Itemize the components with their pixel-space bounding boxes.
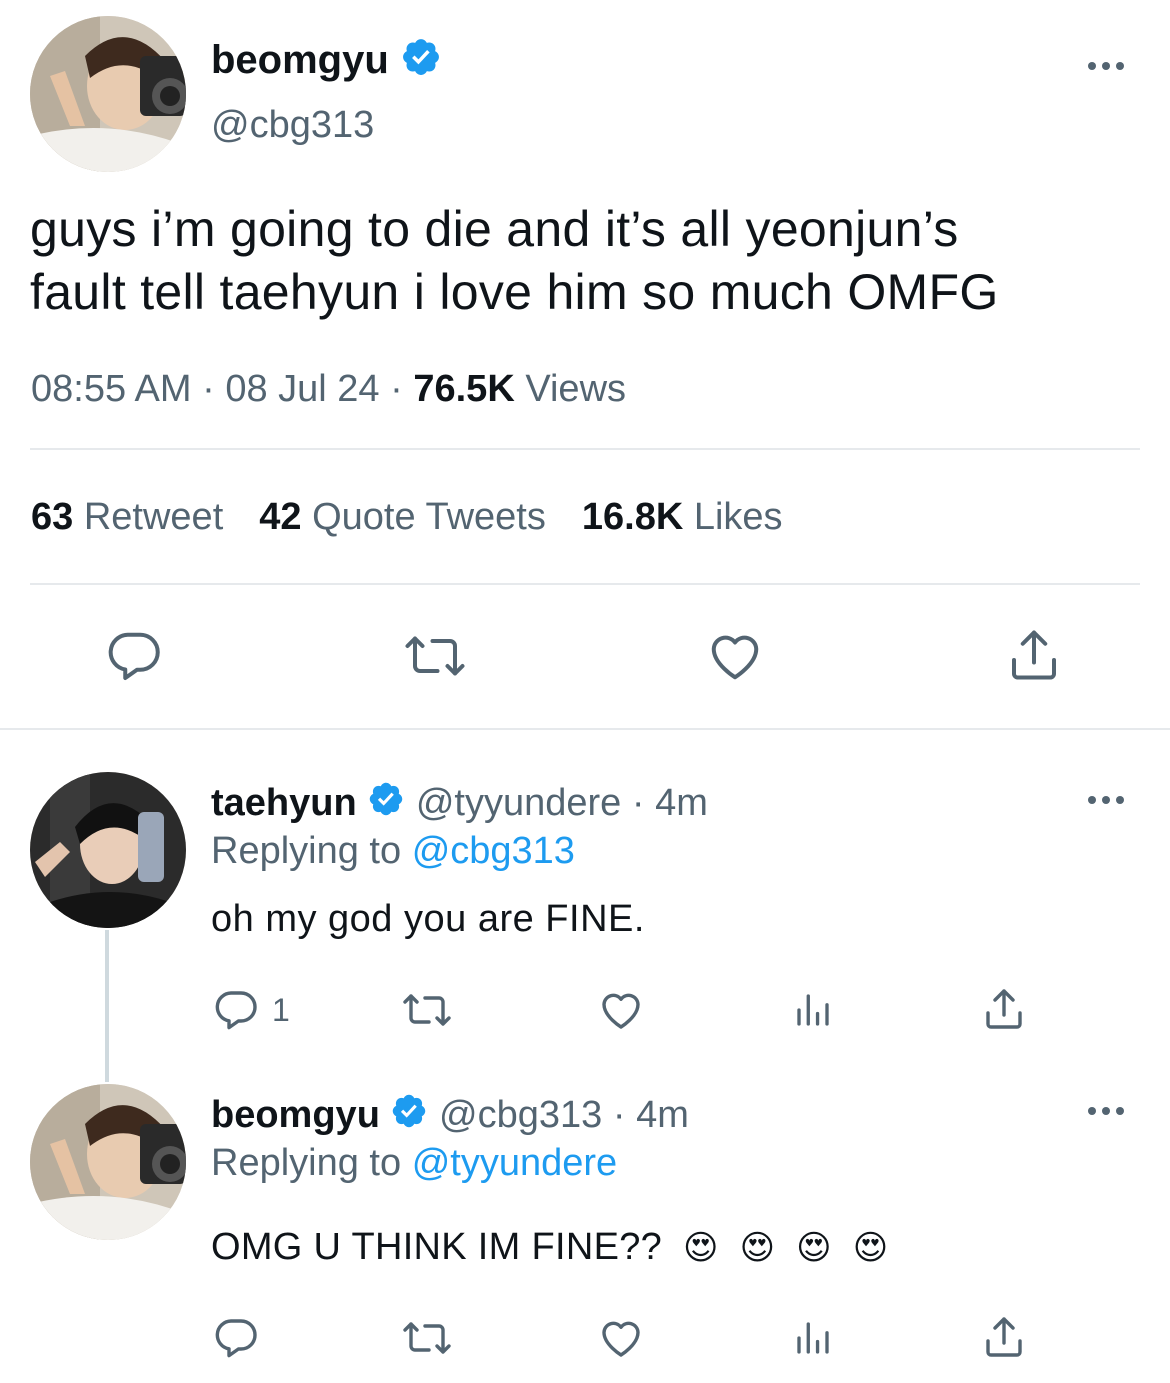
retweets-stat[interactable]: 63 Retweet bbox=[31, 496, 223, 538]
reply-text: OMG U THINK IM FINE?? 😍 😍 😍 😍 bbox=[211, 1224, 889, 1271]
heart-eyes-emoji: 😍 bbox=[852, 1229, 889, 1267]
retweet-button[interactable] bbox=[402, 626, 468, 686]
retweet-icon bbox=[403, 1322, 451, 1354]
likes-count: 16.8K bbox=[581, 496, 684, 538]
reply-button[interactable] bbox=[104, 626, 164, 686]
meta-separator: · bbox=[631, 782, 645, 824]
quotes-label: Quote Tweets bbox=[312, 496, 546, 538]
views-count: 76.5K bbox=[413, 368, 515, 410]
heart-eyes-emoji: 😍 bbox=[682, 1229, 719, 1267]
more-icon[interactable] bbox=[1084, 790, 1128, 810]
like-button[interactable] bbox=[704, 626, 766, 686]
tweet-meta: 08:55 AM · 08 Jul 24 · 76.5K Views bbox=[31, 366, 626, 412]
analytics-button[interactable] bbox=[792, 1316, 834, 1360]
like-icon bbox=[711, 635, 759, 680]
share-button[interactable] bbox=[1004, 624, 1064, 686]
author-name[interactable]: beomgyu bbox=[211, 38, 389, 82]
tweet-date[interactable]: 08 Jul 24 bbox=[225, 368, 379, 410]
views-label: Views bbox=[525, 368, 627, 410]
reply-button[interactable]: 1 bbox=[212, 986, 290, 1034]
share-button[interactable] bbox=[980, 984, 1028, 1034]
replying-to-label: Replying to bbox=[211, 830, 402, 872]
analytics-icon bbox=[797, 994, 829, 1026]
reply-button[interactable] bbox=[212, 1314, 260, 1362]
reply-author-handle[interactable]: @tyyundere bbox=[416, 782, 621, 824]
share-button[interactable] bbox=[980, 1312, 1028, 1362]
retweet-button[interactable] bbox=[400, 986, 454, 1034]
tweet-text-line: fault tell taehyun i love him so much OM… bbox=[30, 264, 999, 320]
share-icon bbox=[1012, 630, 1056, 680]
replying-to-link[interactable]: @cbg313 bbox=[412, 830, 575, 872]
meta-separator: · bbox=[202, 368, 215, 410]
avatar-beomgyu[interactable] bbox=[30, 1084, 186, 1240]
engagement-stats: 63 Retweet 42 Quote Tweets 16.8K Likes bbox=[31, 494, 783, 540]
avatar-taehyun[interactable] bbox=[30, 772, 186, 928]
divider bbox=[30, 448, 1140, 450]
thread-line bbox=[105, 930, 109, 1082]
replying-to-link[interactable]: @tyyundere bbox=[412, 1142, 617, 1184]
more-icon[interactable] bbox=[1084, 1101, 1128, 1121]
meta-separator: · bbox=[612, 1094, 626, 1136]
reply-text: oh my god you are FINE. bbox=[211, 898, 645, 940]
reply-icon bbox=[215, 991, 257, 1030]
avatar-beomgyu[interactable] bbox=[30, 16, 186, 172]
tweet-text-line: guys i’m going to die and it’s all yeonj… bbox=[30, 201, 959, 257]
retweets-count: 63 bbox=[31, 496, 74, 538]
analytics-icon bbox=[797, 1322, 829, 1354]
more-icon[interactable] bbox=[1084, 56, 1128, 76]
like-icon bbox=[602, 1321, 640, 1357]
reply-author-name[interactable]: taehyun bbox=[211, 782, 357, 824]
retweet-icon bbox=[405, 636, 465, 676]
verified-badge-icon bbox=[367, 780, 405, 829]
share-icon bbox=[986, 1317, 1022, 1357]
meta-separator: · bbox=[390, 368, 403, 410]
author-handle[interactable]: @cbg313 bbox=[211, 102, 374, 148]
verified-badge-icon bbox=[390, 1092, 428, 1141]
quotes-stat[interactable]: 42 Quote Tweets bbox=[259, 496, 546, 538]
heart-eyes-emoji: 😍 bbox=[739, 1229, 776, 1267]
retweet-button[interactable] bbox=[400, 1314, 454, 1362]
retweets-label: Retweet bbox=[83, 496, 224, 538]
divider bbox=[30, 583, 1140, 585]
like-button[interactable] bbox=[596, 986, 646, 1034]
replying-to-label: Replying to bbox=[211, 1142, 402, 1184]
reply-time[interactable]: 4m bbox=[636, 1094, 689, 1136]
reply-icon bbox=[215, 1319, 257, 1358]
reply-icon bbox=[108, 632, 160, 680]
tweet-time[interactable]: 08:55 AM bbox=[31, 368, 192, 410]
reply-text-body: OMG U THINK IM FINE?? bbox=[211, 1226, 663, 1268]
retweet-icon bbox=[403, 994, 451, 1026]
heart-eyes-emoji: 😍 bbox=[796, 1229, 832, 1267]
quotes-count: 42 bbox=[259, 496, 302, 538]
analytics-button[interactable] bbox=[792, 988, 834, 1032]
tweet-text: guys i’m going to die and it’s all yeonj… bbox=[30, 198, 999, 324]
verified-badge-icon bbox=[400, 36, 442, 89]
likes-stat[interactable]: 16.8K Likes bbox=[582, 496, 783, 538]
reply-author-handle[interactable]: @cbg313 bbox=[439, 1094, 602, 1136]
reply-author-name[interactable]: beomgyu bbox=[211, 1094, 380, 1136]
like-button[interactable] bbox=[596, 1314, 646, 1362]
reply-count: 1 bbox=[272, 991, 290, 1028]
divider bbox=[0, 728, 1170, 730]
likes-label: Likes bbox=[693, 496, 783, 538]
share-icon bbox=[986, 989, 1022, 1029]
reply-time[interactable]: 4m bbox=[655, 782, 708, 824]
like-icon bbox=[602, 993, 640, 1029]
